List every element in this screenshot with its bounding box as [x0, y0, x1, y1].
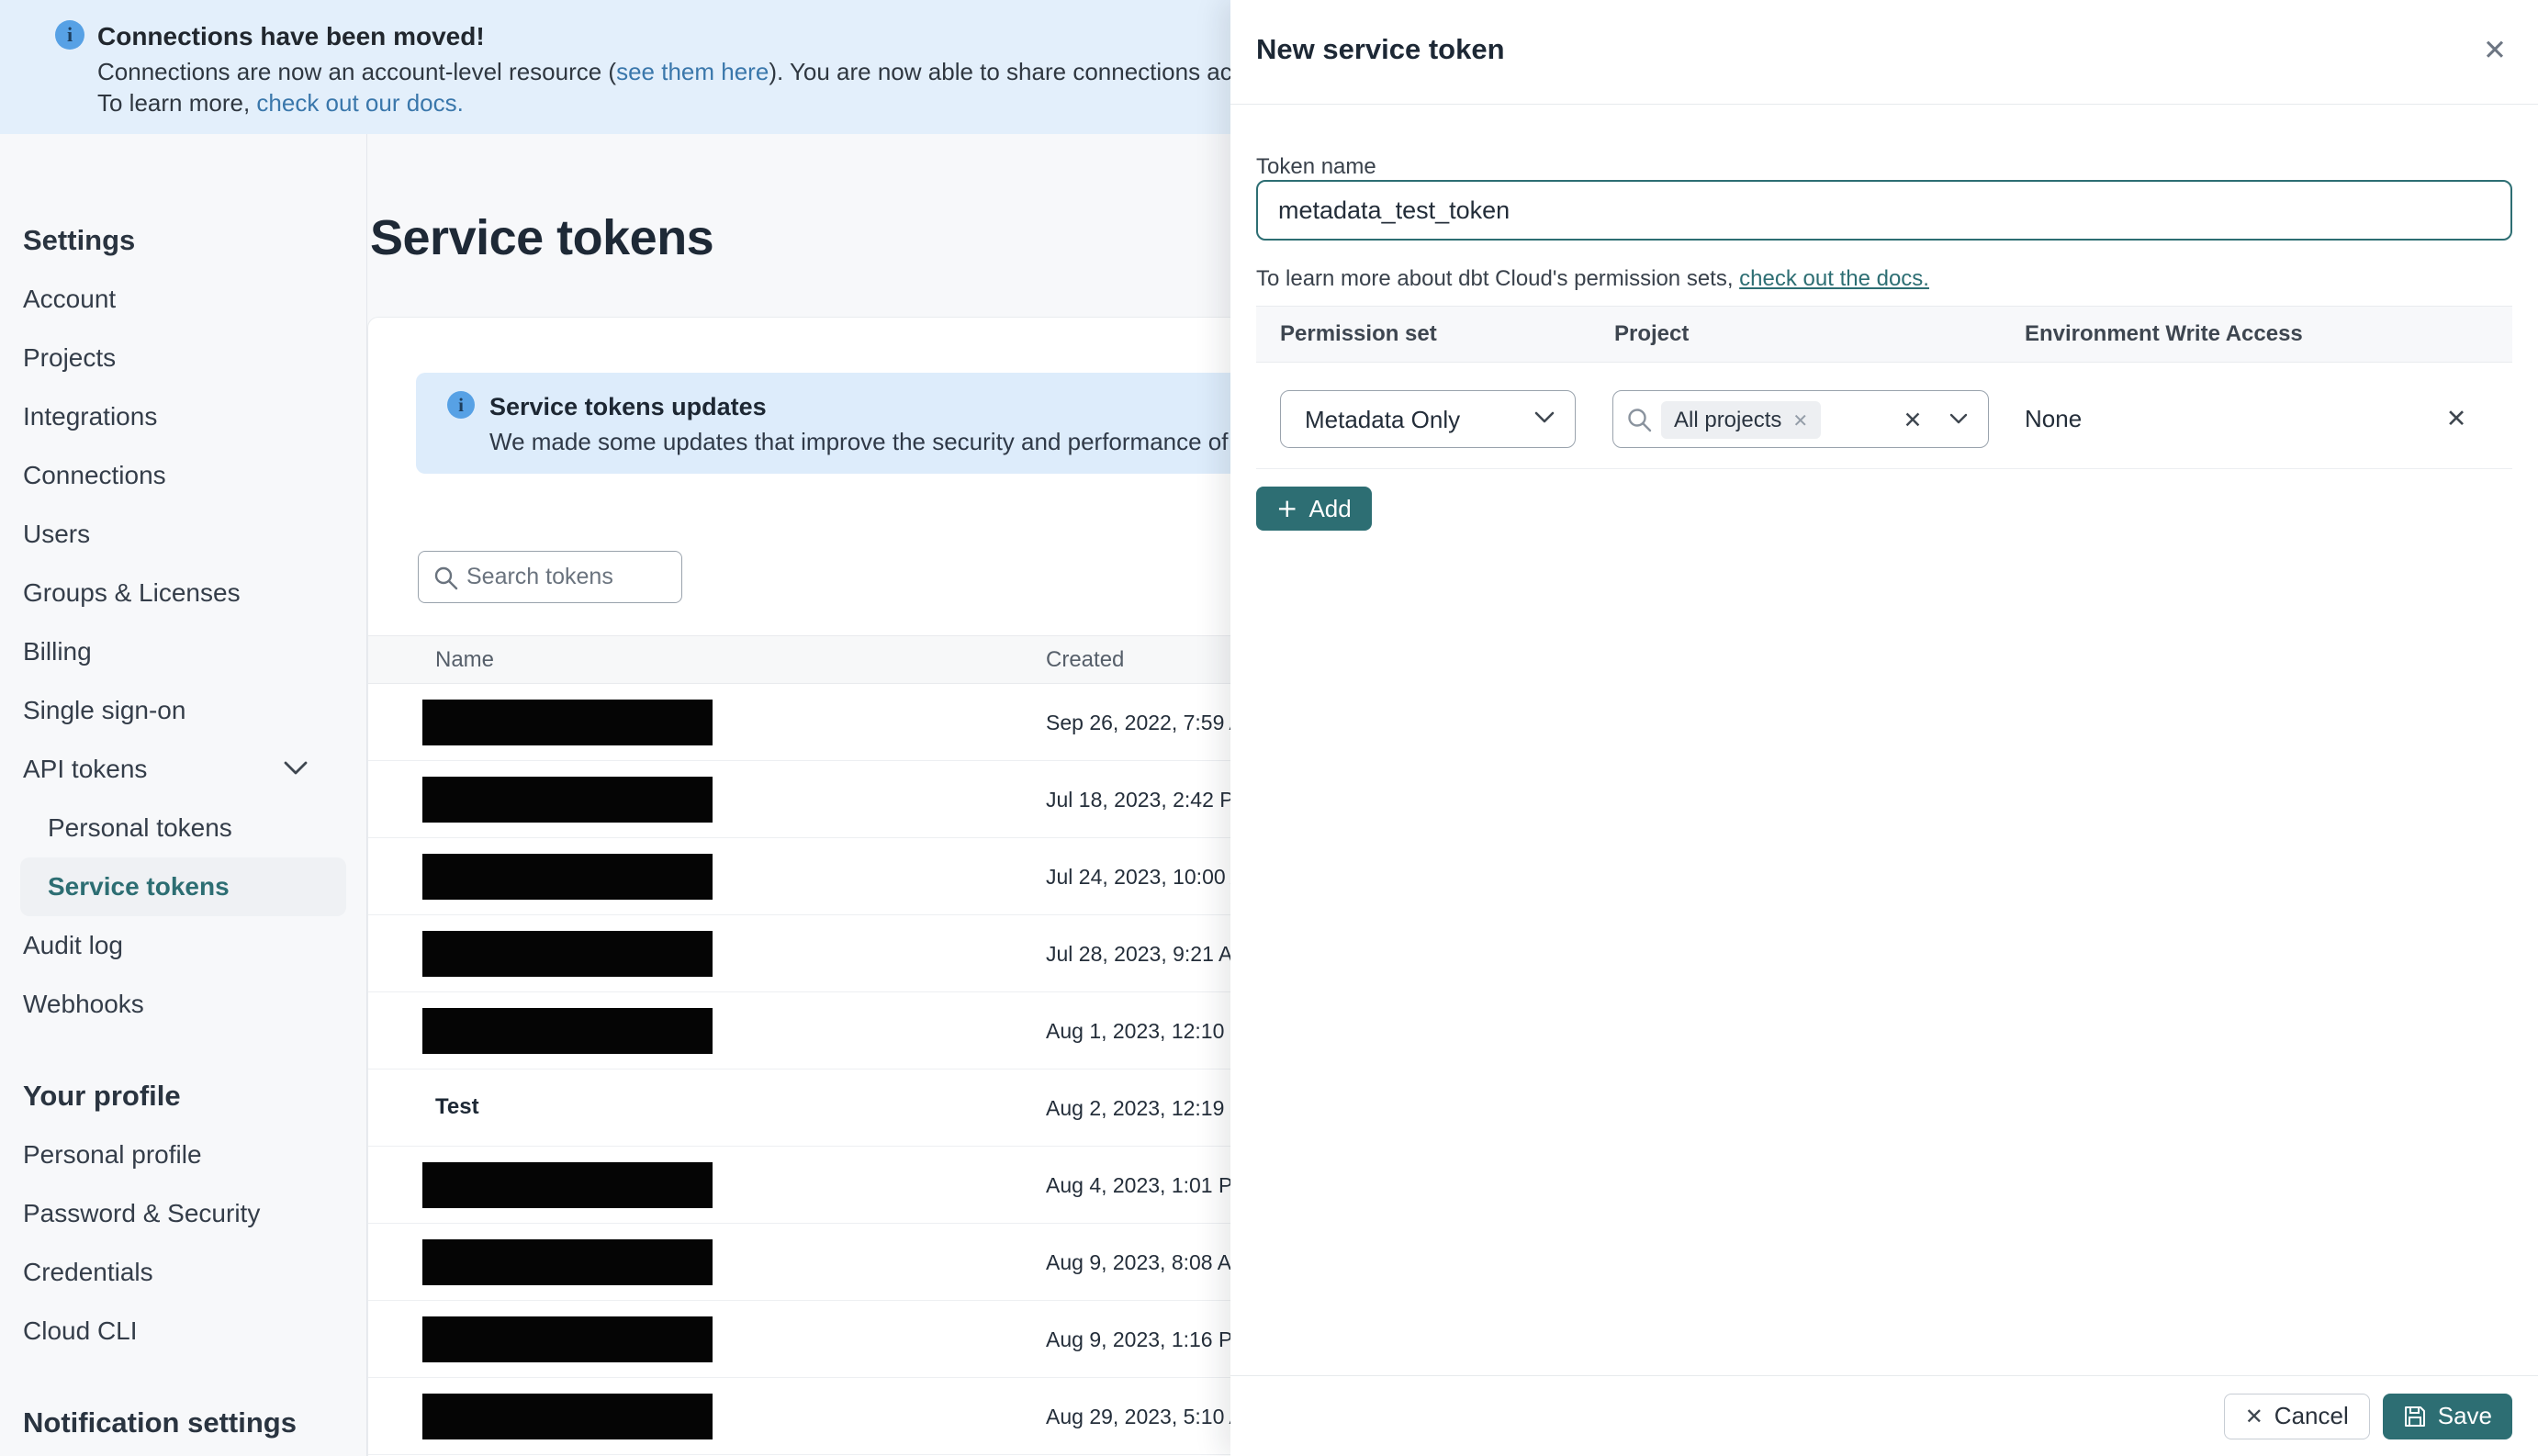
plus-icon: + — [1276, 493, 1298, 523]
sidebar-item-integrations[interactable]: Integrations — [0, 387, 366, 446]
redacted-token-name — [422, 1394, 713, 1439]
panel-footer: ✕ Cancel Save — [1230, 1375, 2538, 1456]
sidebar-item-users[interactable]: Users — [0, 505, 366, 564]
sidebar-item-personal-profile[interactable]: Personal profile — [0, 1126, 366, 1184]
cancel-button[interactable]: ✕ Cancel — [2223, 1393, 2370, 1439]
token-created-date: Jul 24, 2023, 10:00 AM — [1046, 865, 1263, 889]
search-tokens-box[interactable] — [418, 551, 682, 603]
chip-remove-icon[interactable]: ✕ — [1792, 409, 1808, 431]
add-permission-button[interactable]: + Add — [1256, 487, 1372, 531]
project-combobox[interactable]: All projects ✕ ✕ — [1612, 390, 1989, 448]
sidebar-item-cloud-cli[interactable]: Cloud CLI — [0, 1302, 366, 1361]
sidebar-heading-your-profile: Your profile — [23, 1080, 181, 1112]
see-them-here-link[interactable]: see them here — [616, 58, 769, 85]
column-header-created: Created — [1046, 647, 1125, 672]
divider — [1256, 468, 2512, 469]
token-name-label: Token name — [1256, 154, 1376, 179]
sidebar-item-connections[interactable]: Connections — [0, 446, 366, 505]
sidebar-item-audit-log[interactable]: Audit log — [0, 916, 366, 975]
redacted-token-name — [422, 1316, 713, 1362]
column-header-permission-set: Permission set — [1280, 321, 1437, 346]
token-name-input[interactable] — [1256, 180, 2512, 241]
sidebar-item-single-sign-on[interactable]: Single sign-on — [0, 681, 366, 740]
sidebar-item-groups-licenses[interactable]: Groups & Licenses — [0, 564, 366, 622]
permission-row: Metadata Only All projects ✕ ✕ None ✕ — [1256, 390, 2512, 449]
panel-header: New service token ✕ — [1230, 0, 2538, 105]
sidebar-item-credentials[interactable]: Credentials — [0, 1243, 366, 1302]
column-header-name: Name — [435, 647, 495, 672]
info-icon: i — [447, 391, 475, 419]
column-header-project: Project — [1614, 321, 1690, 346]
sidebar-item-service-tokens[interactable]: Service tokens — [20, 857, 346, 916]
panel-title: New service token — [1256, 33, 1505, 65]
info-icon: i — [55, 20, 84, 50]
clear-selection-icon[interactable]: ✕ — [1896, 403, 1929, 436]
save-button-label: Save — [2437, 1402, 2492, 1429]
sidebar-item-billing[interactable]: Billing — [0, 622, 366, 681]
chevron-down-icon[interactable] — [1949, 413, 1968, 430]
settings-sidebar: Settings Account Projects Integrations Conne… — [0, 134, 367, 1456]
new-service-token-panel: New service token ✕ Token name To learn … — [1230, 0, 2538, 1456]
banner-text-pre: Connections are now an account-level res… — [97, 58, 617, 85]
sidebar-item-account[interactable]: Account — [0, 270, 366, 329]
env-write-access-value: None — [2025, 405, 2083, 432]
redacted-token-name — [422, 1239, 713, 1285]
permission-set-select[interactable]: Metadata Only — [1280, 390, 1576, 448]
redacted-token-name — [422, 854, 713, 900]
token-name: Test — [435, 1094, 479, 1119]
permission-table-header: Permission set Project Environment Write… — [1256, 306, 2512, 363]
save-button[interactable]: Save — [2382, 1393, 2512, 1439]
helper-pre: To learn more about dbt Cloud's permissi… — [1256, 266, 1740, 291]
permission-helper-text: To learn more about dbt Cloud's permissi… — [1256, 266, 1929, 292]
check-docs-link[interactable]: check out our docs. — [256, 89, 463, 117]
all-projects-chip[interactable]: All projects ✕ — [1661, 401, 1822, 439]
chip-label: All projects — [1674, 408, 1782, 432]
page-title: Service tokens — [370, 210, 714, 265]
close-icon: ✕ — [2244, 1403, 2263, 1429]
save-floppy-icon — [2404, 1406, 2425, 1427]
check-out-docs-link[interactable]: check out the docs. — [1739, 266, 1929, 291]
search-icon — [1626, 407, 1652, 437]
redacted-token-name — [422, 700, 713, 745]
sidebar-heading-settings: Settings — [23, 224, 136, 256]
sidebar-item-projects[interactable]: Projects — [0, 329, 366, 387]
column-header-env-write-access: Environment Write Access — [2025, 321, 2303, 346]
remove-row-icon[interactable]: ✕ — [2435, 398, 2477, 440]
redacted-token-name — [422, 777, 713, 823]
search-icon — [434, 566, 458, 590]
chevron-down-icon — [283, 760, 309, 776]
sidebar-item-webhooks[interactable]: Webhooks — [0, 975, 366, 1034]
sidebar-heading-notification-settings: Notification settings — [23, 1406, 297, 1439]
permission-set-value: Metadata Only — [1305, 406, 1461, 433]
search-input[interactable] — [466, 552, 673, 602]
sidebar-item-api-tokens[interactable]: API tokens — [0, 740, 366, 799]
redacted-token-name — [422, 1008, 713, 1054]
redacted-token-name — [422, 931, 713, 977]
banner-text-2: To learn more, check out our docs. — [97, 89, 464, 118]
banner-title: Connections have been moved! — [97, 22, 485, 50]
add-button-label: Add — [1308, 494, 1352, 522]
close-icon[interactable]: ✕ — [2474, 29, 2516, 72]
redacted-token-name — [422, 1162, 713, 1208]
cancel-button-label: Cancel — [2274, 1402, 2349, 1429]
chevron-down-icon — [1534, 411, 1555, 429]
sidebar-item-personal-tokens[interactable]: Personal tokens — [0, 799, 366, 857]
infobox-title: Service tokens updates — [489, 393, 767, 420]
sidebar-item-password-security[interactable]: Password & Security — [0, 1184, 366, 1243]
banner-text2-pre: To learn more, — [97, 89, 257, 117]
